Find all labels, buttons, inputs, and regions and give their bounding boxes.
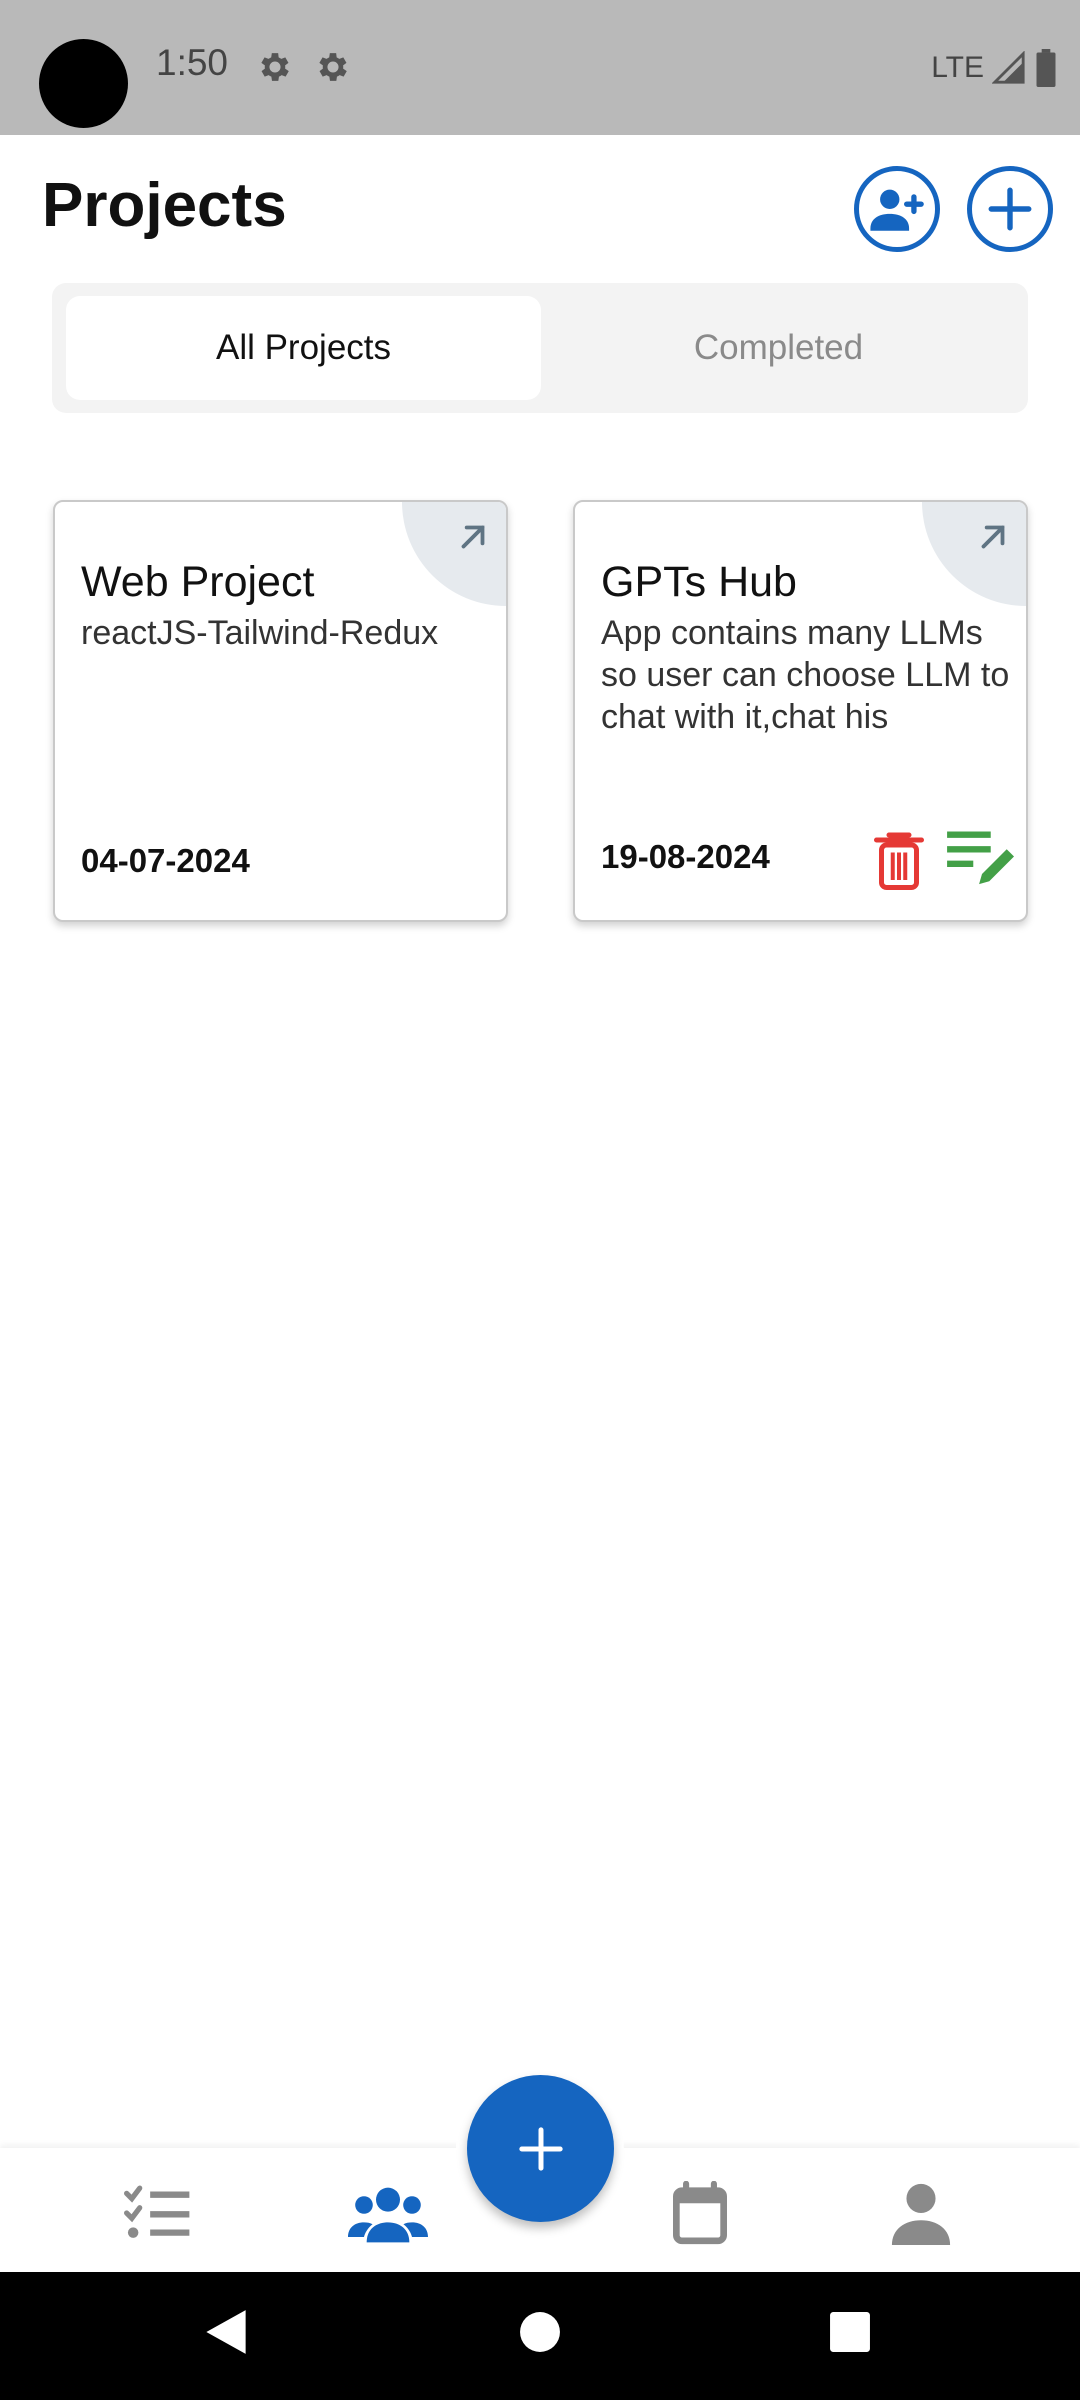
add-project-button[interactable]	[967, 166, 1053, 252]
back-icon	[206, 2310, 246, 2354]
camera-cutout	[39, 39, 128, 128]
nav-team[interactable]	[348, 2178, 428, 2248]
recents-icon	[830, 2312, 870, 2352]
nav-calendar[interactable]	[660, 2178, 740, 2248]
project-title: GPTs Hub	[601, 558, 797, 606]
project-description: reactJS-Tailwind-Redux	[81, 614, 439, 652]
settings-icon	[319, 53, 347, 81]
delete-icon[interactable]	[872, 830, 926, 890]
status-right: LTE	[931, 48, 1058, 88]
open-arrow-icon[interactable]	[974, 518, 1012, 556]
home-icon	[520, 2312, 560, 2352]
add-icon	[518, 2126, 563, 2171]
status-time: 1:50	[156, 42, 229, 83]
network-label: LTE	[931, 51, 984, 84]
status-bar: 1:50 LTE	[0, 0, 1080, 135]
add-circle-icon	[988, 187, 1032, 231]
system-navigation-bar	[0, 2272, 1080, 2400]
nav-tasks[interactable]	[118, 2178, 198, 2248]
open-arrow-icon[interactable]	[454, 518, 492, 556]
add-member-button[interactable]	[854, 166, 940, 252]
tab-completed[interactable]: Completed	[541, 296, 1016, 400]
add-button[interactable]	[467, 2075, 614, 2222]
battery-icon	[1036, 49, 1056, 87]
project-date: 04-07-2024	[81, 842, 250, 879]
tasks-icon	[124, 2185, 190, 2238]
project-filter-tabs: All Projects Completed	[52, 283, 1028, 413]
profile-icon	[891, 2183, 951, 2245]
team-icon	[348, 2187, 428, 2243]
app-screen: 1:50 LTE Projects All Projects Completed…	[0, 0, 1080, 2400]
project-title: Web Project	[81, 558, 315, 606]
project-card[interactable]: Web Project reactJS-Tailwind-Redux 04-07…	[53, 500, 508, 922]
project-card[interactable]: GPTs Hub App contains many LLMs so user …	[573, 500, 1028, 922]
calendar-icon	[673, 2181, 727, 2245]
project-description: App contains many LLMs so user can choos…	[601, 614, 1010, 736]
back-button[interactable]	[196, 2302, 256, 2362]
project-date: 19-08-2024	[601, 838, 770, 875]
page-title: Projects	[42, 171, 287, 240]
home-button[interactable]	[510, 2302, 570, 2362]
add-member-icon	[870, 189, 924, 231]
nav-profile[interactable]	[881, 2178, 961, 2248]
settings-icon	[261, 53, 289, 81]
edit-list-icon[interactable]	[944, 826, 1020, 890]
recents-button[interactable]	[820, 2302, 880, 2362]
tab-all-projects[interactable]: All Projects	[66, 296, 541, 400]
signal-icon	[992, 51, 1025, 84]
